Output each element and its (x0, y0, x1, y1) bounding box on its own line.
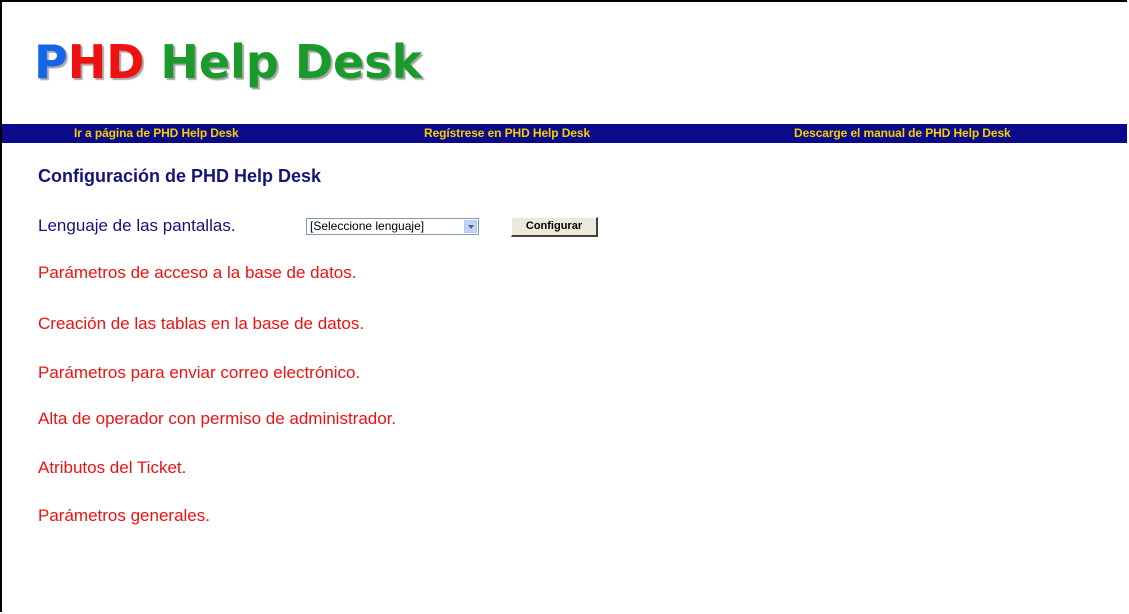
nav-link-register[interactable]: Regístrese en PHD Help Desk (424, 124, 590, 143)
menu-link-database-access[interactable]: Parámetros de acceso a la base de datos. (38, 262, 356, 284)
menu-link-ticket-attributes[interactable]: Atributos del Ticket. (38, 457, 186, 479)
language-row: Lenguaje de las pantallas. [Seleccione l… (38, 215, 738, 239)
phd-help-desk-logo: PHD Help Desk (34, 30, 422, 94)
menu-link-general-parameters[interactable]: Parámetros generales. (38, 505, 210, 527)
configure-button[interactable]: Configurar (511, 217, 598, 237)
language-select[interactable]: [Seleccione lenguaje] (306, 218, 479, 235)
logo-help-desk-text: Help Desk (144, 35, 423, 89)
nav-link-go-to-site[interactable]: Ir a página de PHD Help Desk (74, 124, 239, 143)
logo-letters-hd: HD (67, 35, 145, 89)
chevron-down-icon[interactable] (464, 220, 477, 233)
menu-link-create-tables[interactable]: Creación de las tablas en la base de dat… (38, 313, 364, 335)
top-navigation-bar: Ir a página de PHD Help Desk Regístrese … (2, 124, 1127, 143)
logo-letter-p: P (34, 35, 68, 89)
menu-link-email-parameters[interactable]: Parámetros para enviar correo electrónic… (38, 362, 360, 384)
nav-link-download-manual[interactable]: Descarge el manual de PHD Help Desk (794, 124, 1011, 143)
page-title: Configuración de PHD Help Desk (38, 166, 322, 186)
language-label: Lenguaje de las pantallas. (38, 216, 236, 235)
language-select-value: [Seleccione lenguaje] (310, 219, 425, 233)
menu-link-admin-operator[interactable]: Alta de operador con permiso de administ… (38, 408, 396, 430)
